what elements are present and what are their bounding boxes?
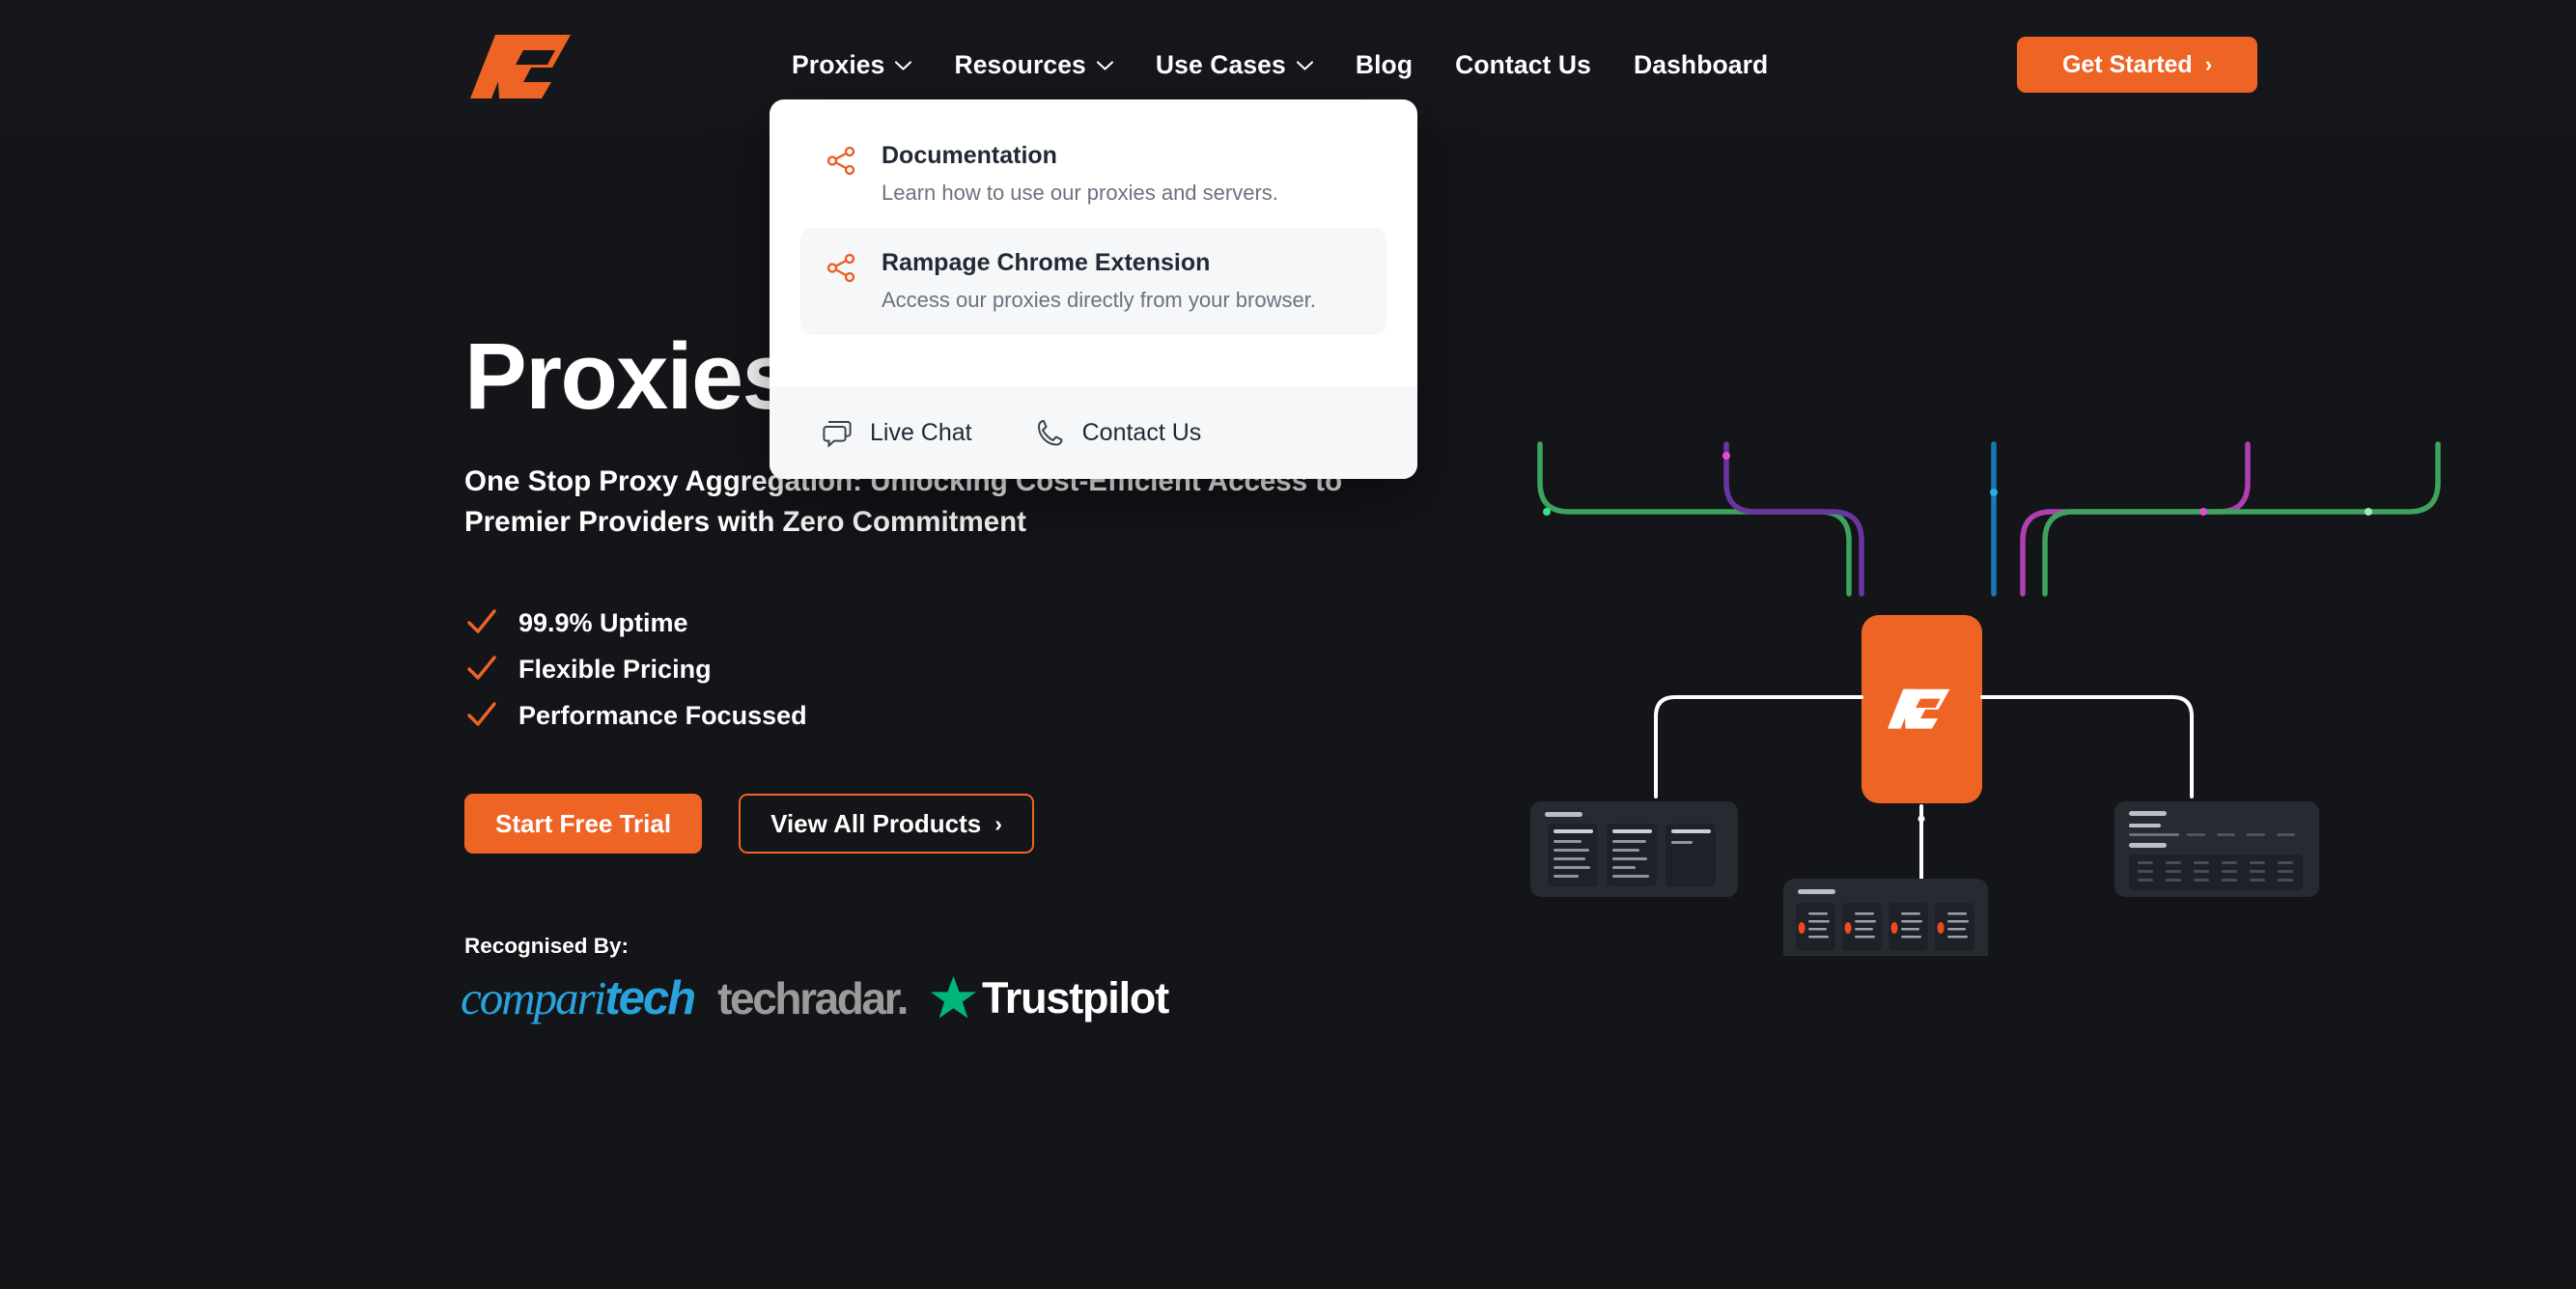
contact-us-link[interactable]: Contact Us bbox=[1035, 418, 1202, 448]
list-item: 99.9% Uptime bbox=[466, 600, 807, 646]
nav-item-dashboard[interactable]: Dashboard bbox=[1612, 0, 1789, 130]
resources-dropdown-panel: Documentation Learn how to use our proxi… bbox=[770, 99, 1417, 479]
comparitech-bold: tech bbox=[604, 972, 696, 1024]
chevron-down-icon bbox=[1296, 60, 1313, 70]
dropdown-item-title: Documentation bbox=[882, 142, 1057, 169]
nav-item-contact-us[interactable]: Contact Us bbox=[1434, 0, 1612, 130]
chat-icon bbox=[823, 420, 852, 448]
rail-dot bbox=[1543, 508, 1551, 516]
star-icon bbox=[931, 975, 976, 1019]
dropdown-item-title: Rampage Chrome Extension bbox=[882, 249, 1211, 277]
share-icon bbox=[826, 146, 855, 176]
dropdown-item-rampage-chrome-extension[interactable]: Rampage Chrome Extension Access our prox… bbox=[800, 228, 1386, 336]
techradar-logo: techradar. bbox=[717, 972, 909, 1023]
rampage-logo[interactable] bbox=[470, 29, 584, 102]
feature-label: Flexible Pricing bbox=[518, 654, 712, 684]
dropdown-item-description: Access our proxies directly from your br… bbox=[882, 287, 1316, 312]
comparitech-light: compari bbox=[461, 971, 606, 1024]
page-root: Proxies Resources Use Cases Blog Contact… bbox=[0, 0, 2576, 1289]
nav-label: Resources bbox=[954, 50, 1086, 79]
feature-label: 99.9% Uptime bbox=[518, 607, 688, 637]
check-icon bbox=[467, 656, 496, 680]
chevron-right-icon: › bbox=[994, 810, 1002, 836]
phone-icon bbox=[1037, 419, 1063, 445]
dropdown-items: Documentation Learn how to use our proxi… bbox=[770, 99, 1417, 336]
check-icon bbox=[467, 702, 496, 726]
live-chat-label: Live Chat bbox=[870, 418, 972, 446]
list-card-left bbox=[1530, 801, 1738, 897]
live-chat-link[interactable]: Live Chat bbox=[823, 418, 972, 448]
view-all-products-label: View All Products bbox=[770, 808, 982, 838]
nav-label: Contact Us bbox=[1455, 50, 1592, 79]
table-card-right bbox=[2114, 801, 2319, 897]
view-all-products-button[interactable]: View All Products › bbox=[739, 794, 1034, 854]
rail-dot bbox=[2365, 508, 2372, 516]
feature-label: Performance Focussed bbox=[518, 700, 807, 730]
nav-label: Use Cases bbox=[1155, 50, 1286, 79]
share-icon bbox=[826, 253, 855, 283]
recognition-logos: comparitech techradar. Trustpilot bbox=[461, 970, 1169, 1025]
chevron-right-icon: › bbox=[2204, 52, 2213, 76]
rail-dot bbox=[2199, 508, 2207, 516]
rail-dot bbox=[1990, 489, 1998, 496]
page-title: Proxies bbox=[464, 323, 795, 429]
get-started-button[interactable]: Get Started › bbox=[2017, 37, 2257, 93]
proxy-network-diagram bbox=[1506, 415, 2472, 1004]
dropdown-item-documentation[interactable]: Documentation Learn how to use our proxi… bbox=[800, 121, 1386, 228]
grid-card-center bbox=[1783, 879, 1988, 1004]
rail-dot bbox=[1918, 815, 1925, 823]
hero-feature-list: 99.9% Uptime Flexible Pricing Performanc… bbox=[466, 600, 807, 739]
trustpilot-label: Trustpilot bbox=[982, 972, 1169, 1023]
nav-label: Dashboard bbox=[1634, 50, 1769, 79]
rail-dot bbox=[1722, 452, 1730, 460]
chevron-down-icon bbox=[895, 60, 912, 70]
trustpilot-logo: Trustpilot bbox=[930, 972, 1169, 1023]
check-icon bbox=[467, 609, 496, 633]
list-item: Flexible Pricing bbox=[466, 646, 807, 692]
chevron-down-icon bbox=[1096, 60, 1113, 70]
dropdown-footer: Live Chat Contact Us bbox=[770, 386, 1417, 479]
hero-actions: Start Free Trial View All Products › bbox=[464, 794, 1034, 854]
list-item: Performance Focussed bbox=[466, 692, 807, 739]
comparitech-logo: comparitech bbox=[461, 970, 696, 1025]
start-free-trial-button[interactable]: Start Free Trial bbox=[464, 794, 703, 854]
get-started-label: Get Started bbox=[2061, 50, 2193, 78]
contact-us-label: Contact Us bbox=[1081, 418, 1202, 446]
dropdown-item-description: Learn how to use our proxies and servers… bbox=[882, 180, 1278, 205]
nav-label: Proxies bbox=[792, 50, 885, 79]
recognised-by-label: Recognised By: bbox=[464, 934, 630, 958]
start-free-trial-label: Start Free Trial bbox=[495, 808, 672, 838]
nav-label: Blog bbox=[1355, 50, 1414, 79]
